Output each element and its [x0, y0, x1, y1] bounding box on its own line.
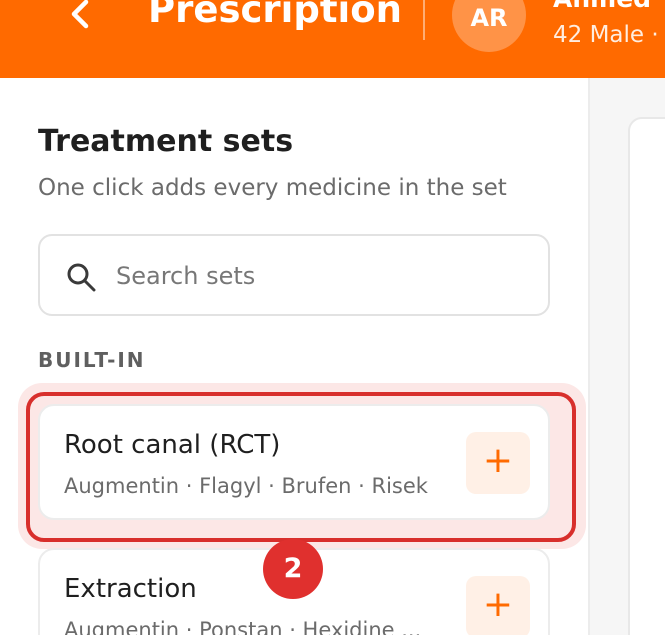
page-title: Prescription — [148, 0, 402, 31]
builtin-group-label: BUILT-IN — [38, 348, 146, 372]
highlight-box — [26, 392, 576, 542]
treatment-sets-subtitle: One click adds every medicine in the set — [38, 175, 507, 201]
search-sets-box[interactable] — [38, 234, 550, 316]
plus-icon: + — [482, 584, 514, 625]
treatment-set-medicines: Augmentin · Ponstan · Hexidine ... — [64, 618, 422, 635]
header-divider — [423, 0, 425, 40]
step-number: 2 — [283, 553, 303, 584]
search-sets-input[interactable] — [116, 254, 536, 298]
add-set-button[interactable]: + — [466, 576, 530, 635]
treatment-set-name: Extraction — [64, 574, 197, 604]
avatar-initials: AR — [470, 4, 508, 32]
app-header: Prescription AR Ahmed 42 Male · — [0, 0, 665, 78]
treatment-sets-title: Treatment sets — [38, 124, 294, 159]
patient-name: Ahmed — [553, 0, 651, 13]
search-icon — [67, 263, 96, 292]
patient-meta: 42 Male · — [553, 22, 659, 48]
step-badge: 2 — [263, 539, 323, 599]
main-card — [628, 117, 665, 635]
back-button[interactable] — [62, 0, 102, 38]
panel-divider — [588, 78, 590, 635]
patient-avatar: AR — [452, 0, 526, 52]
chevron-left-icon — [71, 0, 89, 29]
